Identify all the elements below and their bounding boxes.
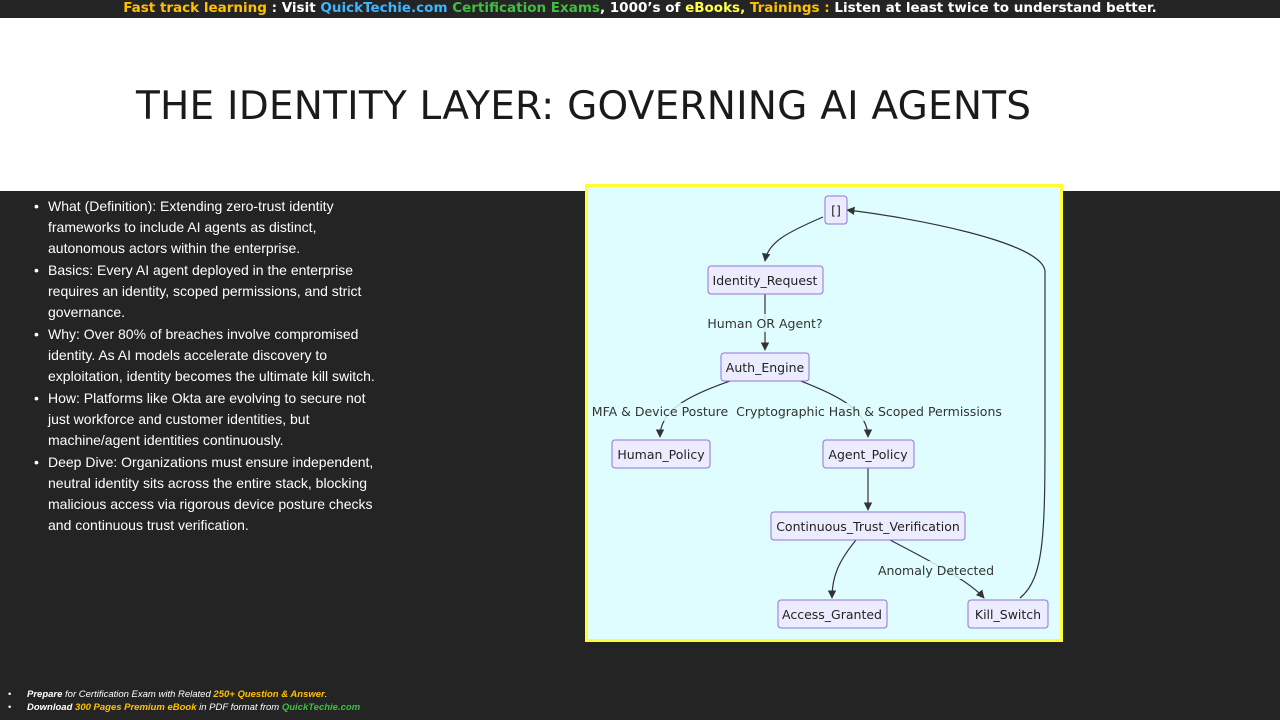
- footer-site-link[interactable]: QuickTechie.com: [282, 702, 360, 713]
- node-agent-policy-label: Agent_Policy: [828, 447, 908, 462]
- node-start-label: []: [831, 203, 841, 218]
- node-ctv: Continuous_Trust_Verification: [770, 511, 966, 541]
- edge-start-identity: [762, 216, 824, 262]
- footer-prepare-end: .: [324, 689, 328, 700]
- node-identity-request: Identity_Request: [707, 265, 824, 295]
- node-start: []: [824, 195, 848, 225]
- banner-trainings: Trainings :: [745, 0, 835, 16]
- bullet-item: How: Platforms like Okta are evolving to…: [32, 388, 377, 451]
- banner-site-link[interactable]: QuickTechie.com: [320, 0, 447, 16]
- banner-fast-track: Fast track learning: [123, 0, 267, 16]
- edge-label-mfa: MFA & Device Posture: [592, 404, 729, 419]
- node-kill-switch: Kill_Switch: [967, 599, 1049, 629]
- node-kill-switch-label: Kill_Switch: [975, 607, 1041, 622]
- node-human-policy-label: Human_Policy: [617, 447, 705, 462]
- bullet-list: What (Definition): Extending zero-trust …: [32, 196, 377, 537]
- banner-listen: Listen at least twice to understand bett…: [834, 0, 1157, 16]
- node-auth-engine-label: Auth_Engine: [726, 360, 805, 375]
- bullet-item: What (Definition): Extending zero-trust …: [32, 196, 377, 259]
- banner-certification: Certification Exams: [447, 0, 600, 16]
- slide-title: THE IDENTITY LAYER: GOVERNING AI AGENTS: [136, 84, 1032, 129]
- top-banner: Fast track learning : Visit QuickTechie.…: [0, 0, 1280, 18]
- node-access-granted: Access_Granted: [777, 599, 888, 629]
- footer-download-text: in PDF format from: [196, 702, 282, 713]
- edge-label-crypto: Cryptographic Hash & Scoped Permissions: [736, 404, 1002, 419]
- flow-diagram-svg: Human OR Agent? MFA & Device Posture Cry…: [592, 195, 1049, 629]
- bullet-item: Deep Dive: Organizations must ensure ind…: [32, 452, 377, 536]
- footer-prepare: Prepare: [27, 689, 63, 700]
- flow-diagram: Human OR Agent? MFA & Device Posture Cry…: [585, 184, 1063, 642]
- footer-line-download: Download 300 Pages Premium eBook in PDF …: [8, 701, 608, 714]
- edge-label-human-or-agent: Human OR Agent?: [707, 316, 822, 331]
- footer: Prepare for Certification Exam with Rela…: [8, 688, 608, 714]
- node-human-policy: Human_Policy: [611, 439, 711, 469]
- node-ctv-label: Continuous_Trust_Verification: [776, 519, 960, 534]
- node-auth-engine: Auth_Engine: [720, 352, 810, 382]
- bullet-item: Basics: Every AI agent deployed in the e…: [32, 260, 377, 323]
- footer-prepare-text: for Certification Exam with Related: [62, 689, 214, 700]
- edge-ctv-access: [827, 539, 857, 599]
- footer-ebook-highlight: 300 Pages Premium eBook: [72, 702, 197, 713]
- footer-download: Download: [27, 702, 73, 713]
- title-area: THE IDENTITY LAYER: GOVERNING AI AGENTS: [0, 18, 1280, 191]
- banner-visit: : Visit: [266, 0, 321, 16]
- banner-ebooks: eBooks,: [685, 0, 746, 16]
- node-agent-policy: Agent_Policy: [822, 439, 915, 469]
- footer-line-prepare: Prepare for Certification Exam with Rela…: [8, 688, 608, 701]
- node-access-granted-label: Access_Granted: [782, 607, 882, 622]
- edge-label-anomaly: Anomaly Detected: [878, 563, 994, 578]
- banner-count: , 1000’s of: [599, 0, 686, 16]
- node-identity-request-label: Identity_Request: [713, 273, 818, 288]
- bullet-item: Why: Over 80% of breaches involve compro…: [32, 324, 377, 387]
- footer-qa-highlight: 250+ Question & Answer: [213, 689, 325, 700]
